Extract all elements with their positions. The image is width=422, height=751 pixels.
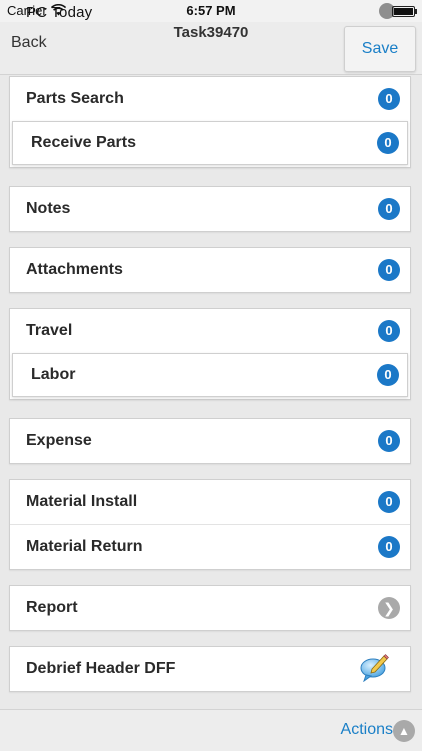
report-item[interactable]: Report ❯ — [10, 586, 410, 630]
bottom-toolbar: Actions ▲ — [0, 709, 422, 751]
travel-label: Travel — [26, 322, 73, 339]
labor-item[interactable]: Labor 0 — [12, 353, 408, 397]
dff-group: Debrief Header DFF — [9, 646, 411, 692]
receive-parts-label: Receive Parts — [31, 134, 136, 151]
status-bar: Carrier PC Today 6:57 PM — [0, 0, 422, 22]
actions-button[interactable]: Actions — [341, 721, 393, 739]
notes-item[interactable]: Notes 0 — [10, 187, 410, 231]
chevron-up-icon[interactable]: ▲ — [393, 720, 415, 742]
parts-search-count-badge: 0 — [378, 88, 400, 110]
expense-item[interactable]: Expense 0 — [10, 419, 410, 463]
navigation-bar: Back Task39470 Save — [0, 22, 422, 75]
material-return-item[interactable]: Material Return 0 — [10, 524, 410, 569]
save-button[interactable]: Save — [344, 26, 416, 72]
expense-label: Expense — [26, 432, 92, 449]
material-install-item[interactable]: Material Install 0 — [10, 480, 410, 524]
attachments-count-badge: 0 — [378, 259, 400, 281]
report-label: Report — [26, 599, 78, 616]
battery-icon — [392, 6, 417, 17]
attachments-label: Attachments — [26, 261, 123, 278]
material-install-label: Material Install — [26, 493, 138, 510]
labor-count-badge: 0 — [377, 364, 399, 386]
material-return-count-badge: 0 — [378, 536, 400, 558]
report-group: Report ❯ — [9, 585, 411, 631]
debrief-header-dff-item[interactable]: Debrief Header DFF — [10, 647, 410, 691]
parts-search-item[interactable]: Parts Search 0 — [10, 77, 410, 121]
debrief-content: Parts Search 0 Receive Parts 0 Notes 0 A… — [0, 75, 422, 709]
chevron-right-icon[interactable]: ❯ — [378, 597, 400, 619]
debrief-header-dff-label: Debrief Header DFF — [26, 660, 176, 677]
receive-parts-count-badge: 0 — [377, 132, 399, 154]
expense-count-badge: 0 — [378, 430, 400, 452]
expense-group: Expense 0 — [9, 418, 411, 464]
parts-search-label: Parts Search — [26, 90, 124, 107]
notes-label: Notes — [26, 200, 71, 217]
notes-count-badge: 0 — [378, 198, 400, 220]
attachments-group: Attachments 0 — [9, 247, 411, 293]
status-time: 6:57 PM — [186, 3, 236, 18]
material-return-label: Material Return — [26, 538, 143, 555]
labor-label: Labor — [31, 366, 76, 383]
notes-group: Notes 0 — [9, 186, 411, 232]
material-group: Material Install 0 Material Return 0 — [9, 479, 411, 570]
attachments-item[interactable]: Attachments 0 — [10, 248, 410, 292]
travel-labor-group: Travel 0 Labor 0 — [9, 308, 411, 400]
edit-comment-icon[interactable] — [360, 652, 390, 682]
travel-item[interactable]: Travel 0 — [10, 309, 410, 353]
receive-parts-item[interactable]: Receive Parts 0 — [12, 121, 408, 165]
parts-group: Parts Search 0 Receive Parts 0 — [9, 76, 411, 168]
travel-count-badge: 0 — [378, 320, 400, 342]
material-install-count-badge: 0 — [378, 491, 400, 513]
